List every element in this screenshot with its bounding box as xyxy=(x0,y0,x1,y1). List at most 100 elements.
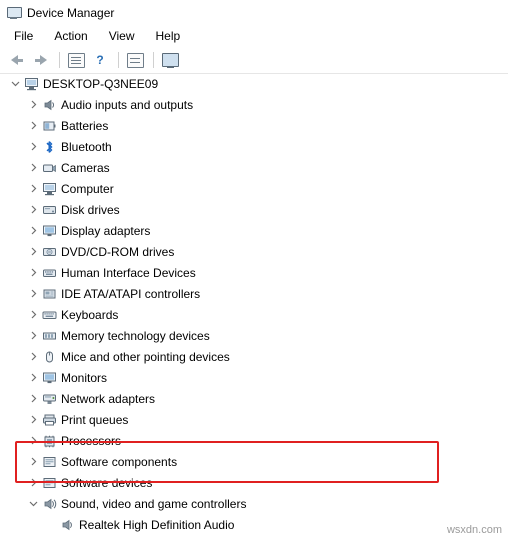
tree-item-label: Software devices xyxy=(61,475,153,490)
display-icon xyxy=(40,224,58,238)
tree-item-label: Computer xyxy=(61,181,114,196)
help-button[interactable]: ? xyxy=(89,49,111,71)
window-title: Device Manager xyxy=(27,5,115,20)
properties-button[interactable] xyxy=(65,49,87,71)
tree-item-label: IDE ATA/ATAPI controllers xyxy=(61,286,201,301)
tree-item[interactable]: DVD/CD-ROM drives xyxy=(0,241,508,262)
tree-item[interactable]: Mice and other pointing devices xyxy=(0,346,508,367)
menu-bar: File Action View Help xyxy=(0,25,508,47)
menu-action[interactable]: Action xyxy=(48,27,96,45)
chevron-right-icon[interactable] xyxy=(26,268,40,277)
tree-item[interactable]: Realtek High Definition Audio xyxy=(0,514,508,535)
tree-item[interactable]: Software devices xyxy=(0,472,508,493)
tree-item-label: DVD/CD-ROM drives xyxy=(61,244,175,259)
back-button[interactable] xyxy=(6,49,28,71)
help-icon: ? xyxy=(96,53,104,67)
battery-icon xyxy=(40,119,58,133)
menu-file[interactable]: File xyxy=(8,27,42,45)
tree-item-label: Bluetooth xyxy=(61,139,112,154)
title-bar: Device Manager xyxy=(0,0,508,25)
sound-icon xyxy=(40,497,58,511)
tree-item[interactable]: IDE ATA/ATAPI controllers xyxy=(0,283,508,304)
tree-item[interactable]: Monitors xyxy=(0,367,508,388)
update-driver-button[interactable] xyxy=(159,49,181,71)
properties-icon xyxy=(67,52,85,68)
tree-item[interactable]: Audio inputs and outputs xyxy=(0,94,508,115)
tree-item-label: Mice and other pointing devices xyxy=(61,349,230,364)
tree-item[interactable]: Print queues xyxy=(0,409,508,430)
tree-item[interactable]: Human Interface Devices xyxy=(0,262,508,283)
chevron-right-icon[interactable] xyxy=(26,163,40,172)
mouse-icon xyxy=(40,350,58,364)
chevron-right-icon[interactable] xyxy=(26,184,40,193)
tree-item[interactable]: Display adapters xyxy=(0,220,508,241)
chevron-right-icon[interactable] xyxy=(26,352,40,361)
tree-item[interactable]: Processors xyxy=(0,430,508,451)
toolbar-separator-1 xyxy=(59,52,60,68)
tree-item-label: Display adapters xyxy=(61,223,151,238)
tree-item-label: Cameras xyxy=(61,160,110,175)
menu-view[interactable]: View xyxy=(103,27,144,45)
tree-item[interactable]: Network adapters xyxy=(0,388,508,409)
software-icon xyxy=(40,455,58,469)
chevron-right-icon[interactable] xyxy=(26,310,40,319)
tree-item-label: Keyboards xyxy=(61,307,119,322)
tree-item-label: Disk drives xyxy=(61,202,120,217)
tree-item[interactable]: Memory technology devices xyxy=(0,325,508,346)
tree-item-label: Batteries xyxy=(61,118,109,133)
chevron-right-icon[interactable] xyxy=(26,373,40,382)
tree-item[interactable]: Software components xyxy=(0,451,508,472)
tree-item[interactable]: Sound, video and game controllers xyxy=(0,493,508,514)
chevron-right-icon[interactable] xyxy=(26,226,40,235)
network-icon xyxy=(40,392,58,406)
tree-item-label: Monitors xyxy=(61,370,108,385)
toolbar-separator-2 xyxy=(118,52,119,68)
tree-item-label: Print queues xyxy=(61,412,129,427)
scan-hardware-changes-button[interactable] xyxy=(124,49,146,71)
tree-item[interactable]: Batteries xyxy=(0,115,508,136)
chevron-right-icon[interactable] xyxy=(26,247,40,256)
tree-item[interactable]: Keyboards xyxy=(0,304,508,325)
chevron-right-icon[interactable] xyxy=(26,289,40,298)
monitor-icon xyxy=(40,371,58,385)
tree-item-label: Sound, video and game controllers xyxy=(61,496,247,511)
chevron-right-icon[interactable] xyxy=(26,415,40,424)
chevron-down-icon[interactable] xyxy=(26,499,40,508)
arrow-right-icon xyxy=(35,55,47,65)
disk-icon xyxy=(40,203,58,217)
device-tree[interactable]: DESKTOP-Q3NEE09 Audio inputs and outputs… xyxy=(0,73,508,540)
computer-icon xyxy=(40,182,58,196)
chevron-right-icon[interactable] xyxy=(26,142,40,151)
scan-icon xyxy=(126,52,144,68)
chevron-down-icon[interactable] xyxy=(8,79,22,88)
chevron-right-icon[interactable] xyxy=(26,436,40,445)
tree-item-label: Memory technology devices xyxy=(61,328,210,343)
computer-icon xyxy=(22,77,40,91)
chevron-right-icon[interactable] xyxy=(26,394,40,403)
printer-icon xyxy=(40,413,58,427)
processor-icon xyxy=(40,434,58,448)
chevron-right-icon[interactable] xyxy=(26,457,40,466)
camera-icon xyxy=(40,161,58,175)
tree-item[interactable]: Bluetooth xyxy=(0,136,508,157)
menu-help[interactable]: Help xyxy=(150,27,190,45)
tree-item[interactable]: Storage controllers xyxy=(0,535,508,540)
tree-item[interactable]: Cameras xyxy=(0,157,508,178)
tree-item[interactable]: Disk drives xyxy=(0,199,508,220)
tree-item-label: Audio inputs and outputs xyxy=(61,97,194,112)
toolbar-separator-3 xyxy=(153,52,154,68)
memory-icon xyxy=(40,329,58,343)
chevron-right-icon[interactable] xyxy=(26,331,40,340)
forward-button[interactable] xyxy=(30,49,52,71)
hid-icon xyxy=(40,266,58,280)
chevron-right-icon[interactable] xyxy=(26,100,40,109)
chevron-right-icon[interactable] xyxy=(26,121,40,130)
chevron-right-icon[interactable] xyxy=(26,478,40,487)
software-icon xyxy=(40,476,58,490)
tree-item-label: Human Interface Devices xyxy=(61,265,196,280)
tree-item[interactable]: Computer xyxy=(0,178,508,199)
tree-root-row[interactable]: DESKTOP-Q3NEE09 xyxy=(0,73,508,94)
toolbar: ? xyxy=(0,47,508,74)
watermark: wsxdn.com xyxy=(446,524,502,536)
chevron-right-icon[interactable] xyxy=(26,205,40,214)
